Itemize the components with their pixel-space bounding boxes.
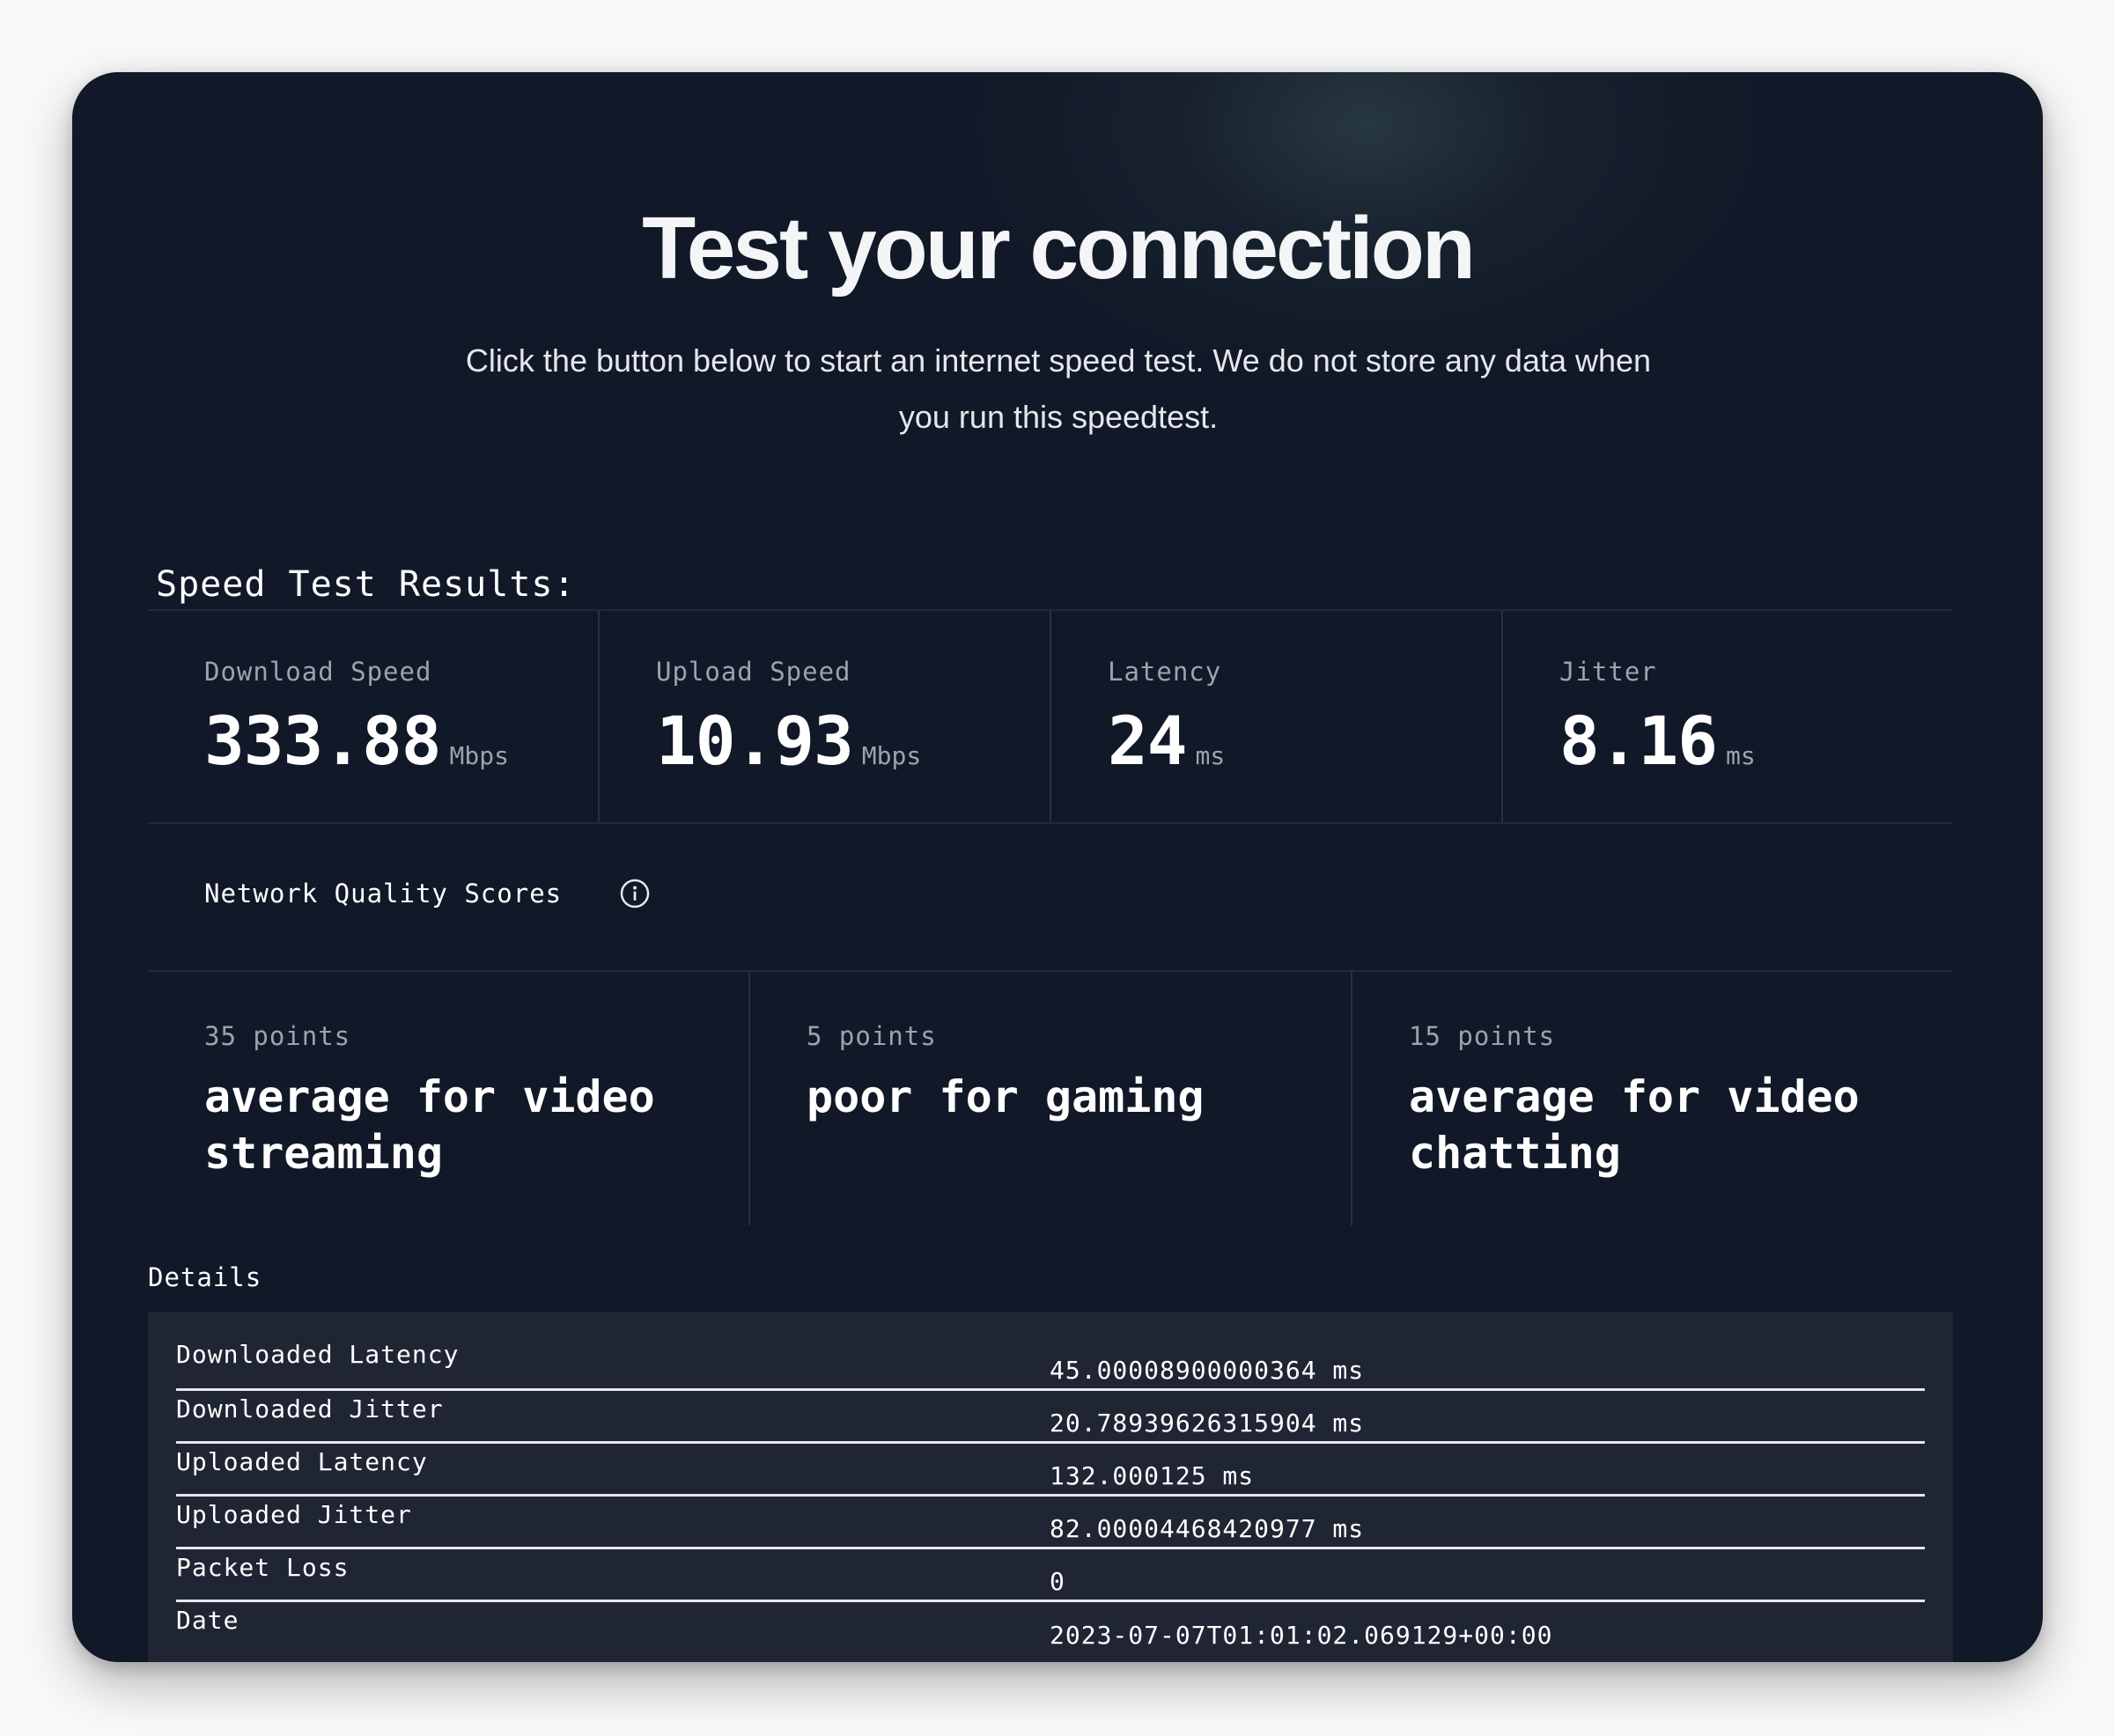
- score-points: 5 points: [807, 1021, 937, 1051]
- table-row: Downloaded Latency 45.00008900000364 ms: [176, 1336, 1925, 1391]
- metric-label: Download Speed: [204, 657, 432, 687]
- detail-key: Downloaded Latency: [176, 1336, 1050, 1391]
- table-row: Downloaded Jitter 20.78939626315904 ms: [176, 1389, 1925, 1444]
- metric-unit: Mbps: [449, 741, 509, 770]
- detail-key: Date: [176, 1605, 240, 1635]
- metric-unit: ms: [1726, 741, 1756, 770]
- detail-value: 45.00008900000364 ms: [1050, 1336, 1925, 1391]
- quality-scores-row: 35 points average for video streaming 5 …: [148, 972, 1953, 1225]
- results-heading: Speed Test Results:: [156, 564, 576, 605]
- detail-value: 82.00004468420977 ms: [1050, 1495, 1925, 1549]
- metric-value: 10.93: [656, 702, 854, 780]
- metric-label: Latency: [1108, 657, 1222, 687]
- table-row: Uploaded Latency 132.000125 ms: [176, 1442, 1925, 1497]
- detail-value: 0: [1050, 1548, 1925, 1602]
- page-subtitle: Click the button below to start an inter…: [465, 342, 1652, 435]
- metric-upload: Upload Speed 10.93 Mbps: [598, 611, 1050, 822]
- metric-value: 333.88: [204, 702, 442, 780]
- network-quality-label: Network Quality Scores: [204, 879, 563, 908]
- score-points: 15 points: [1409, 1021, 1556, 1051]
- table-row: Uploaded Jitter 82.00004468420977 ms: [176, 1495, 1925, 1549]
- metric-label: Jitter: [1559, 657, 1657, 687]
- metrics-row: Download Speed 333.88 Mbps Upload Speed 1…: [148, 611, 1953, 822]
- metric-value: 8.16: [1559, 702, 1718, 780]
- details-table: Downloaded Latency 45.00008900000364 ms …: [176, 1336, 1925, 1653]
- details-label: Details: [148, 1262, 262, 1292]
- speedtest-card: Test your connection Click the button be…: [72, 72, 2043, 1662]
- table-row: Packet Loss 0: [176, 1548, 1925, 1602]
- detail-value: 20.78939626315904 ms: [1050, 1389, 1925, 1444]
- info-icon[interactable]: [620, 879, 650, 908]
- table-row: Date 2023-07-07T01:01:02.069129+00:00: [176, 1600, 1925, 1653]
- detail-value: 132.000125 ms: [1050, 1442, 1925, 1497]
- divider: [148, 822, 1953, 824]
- score-points: 35 points: [204, 1021, 351, 1051]
- score-description: poor for gaming: [807, 1071, 1205, 1122]
- score-description: average for video streaming: [204, 1071, 655, 1179]
- detail-key: Packet Loss: [176, 1548, 1050, 1602]
- metric-value: 24: [1108, 702, 1188, 780]
- metric-jitter: Jitter 8.16 ms: [1501, 611, 1953, 822]
- detail-key: Uploaded Jitter: [176, 1495, 1050, 1549]
- score-video-chatting: 15 points average for video chatting: [1351, 972, 1953, 1225]
- score-video-streaming: 35 points average for video streaming: [148, 972, 748, 1225]
- metric-unit: ms: [1195, 741, 1226, 770]
- metric-download: Download Speed 333.88 Mbps: [148, 611, 598, 822]
- network-quality-header: Network Quality Scores: [204, 879, 650, 908]
- detail-value: 2023-07-07T01:01:02.069129+00:00: [1050, 1621, 1553, 1650]
- metric-latency: Latency 24 ms: [1050, 611, 1501, 822]
- score-description: average for video chatting: [1409, 1071, 1860, 1179]
- metric-label: Upload Speed: [656, 657, 851, 687]
- metric-unit: Mbps: [861, 741, 922, 770]
- page-title: Test your connection: [642, 199, 1476, 298]
- details-panel: Downloaded Latency 45.00008900000364 ms …: [148, 1312, 1953, 1662]
- score-gaming: 5 points poor for gaming: [748, 972, 1351, 1225]
- detail-key: Uploaded Latency: [176, 1442, 1050, 1497]
- detail-key: Downloaded Jitter: [176, 1389, 1050, 1444]
